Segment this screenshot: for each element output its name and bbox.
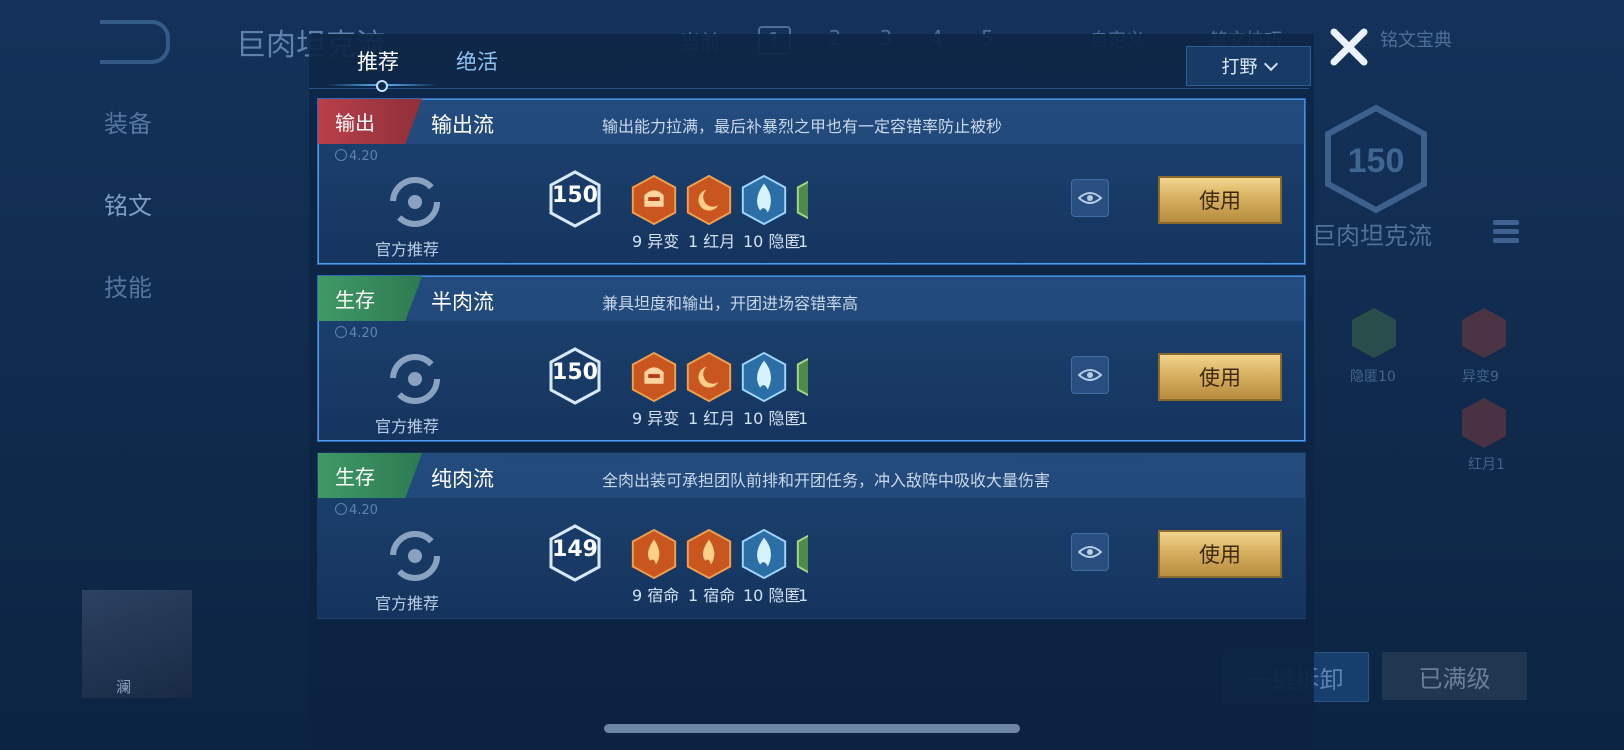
role-dropdown-value: 打野: [1221, 57, 1258, 78]
preview-button[interactable]: [1071, 356, 1109, 394]
rune-guide-link[interactable]: 铭文宝典: [1380, 26, 1452, 52]
preview-button[interactable]: [1071, 533, 1109, 571]
rune-level: 149: [552, 537, 598, 562]
build-description: 全肉出装可承担团队前排和开团任务，冲入敌阵中吸收大量伤害: [602, 471, 1051, 490]
build-card[interactable]: 输出 输出流 输出能力拉满，最后补暴烈之甲也有一定容错率防止被秒 4.20 官方…: [317, 98, 1306, 265]
clock-icon: [335, 149, 347, 161]
rune-label: 隐匿10: [1350, 369, 1396, 385]
use-button[interactable]: 使用: [1158, 530, 1282, 578]
role-dropdown[interactable]: 打野: [1186, 46, 1311, 86]
source-label: 官方推荐: [375, 594, 440, 613]
home-indicator: [604, 724, 1020, 733]
eye-icon: [1078, 192, 1102, 204]
build-time: 4.20: [335, 326, 378, 341]
rune-red-helm-icon: [631, 174, 677, 226]
rune-red-flame-icon: [631, 528, 677, 580]
eye-icon: [1078, 546, 1102, 558]
build-title: 半肉流: [431, 290, 494, 314]
build-card[interactable]: 生存 半肉流 兼具坦度和输出，开团进场容错率高 4.20 官方推荐 150 9 …: [317, 275, 1306, 442]
build-description: 输出能力拉满，最后补暴烈之甲也有一定容错率防止被秒: [602, 117, 1003, 136]
close-icon[interactable]: [1328, 26, 1370, 68]
official-recommend-icon: [390, 531, 440, 581]
build-time: 4.20: [335, 149, 378, 164]
chevron-down-icon: [1263, 56, 1278, 72]
build-type-tag: 生存: [318, 453, 422, 498]
rune-icon: [1352, 308, 1396, 358]
hero-avatar[interactable]: [82, 590, 192, 698]
rune-label: 异变9: [1462, 369, 1499, 385]
clock-icon: [335, 326, 347, 338]
rune-label: 10 鹰眼: [798, 409, 808, 428]
side-menu-skills[interactable]: 技能: [104, 268, 152, 303]
rune-blue-flame-icon: [741, 174, 787, 226]
build-card[interactable]: 生存 纯肉流 全肉出装可承担团队前排和开团任务，冲入敌阵中吸收大量伤害 4.20…: [317, 452, 1306, 619]
rune-label: 9 异变: [632, 409, 680, 428]
rune-label: 10 鹰眼: [798, 232, 808, 251]
build-time: 4.20: [335, 503, 378, 518]
rune-green-icon: [796, 180, 808, 220]
build-description: 兼具坦度和输出，开团进场容错率高: [602, 294, 859, 313]
rune-icon: [1462, 398, 1506, 448]
rune-green-icon: [796, 357, 808, 397]
tab-indicator-dot: [376, 80, 388, 92]
rune-green-icon: [796, 534, 808, 574]
hex-build-name: 巨肉坦克流: [1312, 222, 1432, 250]
side-menu-runes[interactable]: 铭文: [104, 186, 152, 221]
rune-list: 9 异变 1 红月 10 隐匿10 鹰眼: [630, 174, 808, 254]
rune-red-moon-icon: [686, 351, 732, 403]
rune-label: 1 红月: [688, 232, 736, 251]
official-recommend-icon: [390, 177, 440, 227]
rune-label: 9 异变: [632, 232, 680, 251]
rune-red-flame-icon: [686, 528, 732, 580]
build-time-value: 4.20: [349, 503, 378, 518]
hero-name: 澜: [116, 678, 132, 696]
rune-label: 9 宿命: [632, 586, 680, 605]
tab-bar: 推荐 绝活 打野: [309, 34, 1311, 92]
source-label: 官方推荐: [375, 417, 440, 436]
clock-icon: [335, 503, 347, 515]
rune-label: 10 隐匿: [743, 586, 801, 605]
rune-list: 9 宿命 1 宿命 10 隐匿10 虚空: [630, 528, 808, 608]
rune-level: 150: [552, 360, 598, 385]
rune-list: 9 异变 1 红月 10 隐匿10 鹰眼: [630, 351, 808, 431]
rune-label: 10 隐匿: [743, 232, 801, 251]
hex-level: 150: [1348, 142, 1405, 180]
build-title: 纯肉流: [431, 467, 494, 491]
rune-label: 1 红月: [688, 409, 736, 428]
rune-label: 1 宿命: [688, 586, 736, 605]
eye-icon: [1078, 369, 1102, 381]
use-button[interactable]: 使用: [1158, 176, 1282, 224]
build-type-tag: 生存: [318, 276, 422, 321]
rune-red-helm-icon: [631, 351, 677, 403]
back-icon[interactable]: [100, 20, 170, 64]
use-button[interactable]: 使用: [1158, 353, 1282, 401]
rune-blue-flame-icon: [741, 528, 787, 580]
build-time-value: 4.20: [349, 326, 378, 341]
level-hex-icon: 150: [1325, 104, 1427, 214]
list-icon[interactable]: [1493, 220, 1519, 246]
preview-button[interactable]: [1071, 179, 1109, 217]
rune-icon: [1462, 308, 1506, 358]
side-menu-equipment[interactable]: 装备: [104, 104, 152, 139]
build-type-tag: 输出: [318, 99, 422, 144]
rune-blue-flame-icon: [741, 351, 787, 403]
tab-recommended[interactable]: 推荐: [357, 46, 399, 76]
rune-label: 10 虚空: [798, 586, 808, 605]
rune-red-moon-icon: [686, 174, 732, 226]
maxed-button[interactable]: 已满级: [1382, 652, 1527, 700]
official-recommend-icon: [390, 354, 440, 404]
build-time-value: 4.20: [349, 149, 378, 164]
build-title: 输出流: [431, 113, 494, 137]
rune-label: 10 隐匿: [743, 409, 801, 428]
tab-specialty[interactable]: 绝活: [456, 46, 498, 76]
rune-level: 150: [552, 183, 598, 208]
rune-label: 红月1: [1468, 457, 1505, 473]
source-label: 官方推荐: [375, 240, 440, 259]
